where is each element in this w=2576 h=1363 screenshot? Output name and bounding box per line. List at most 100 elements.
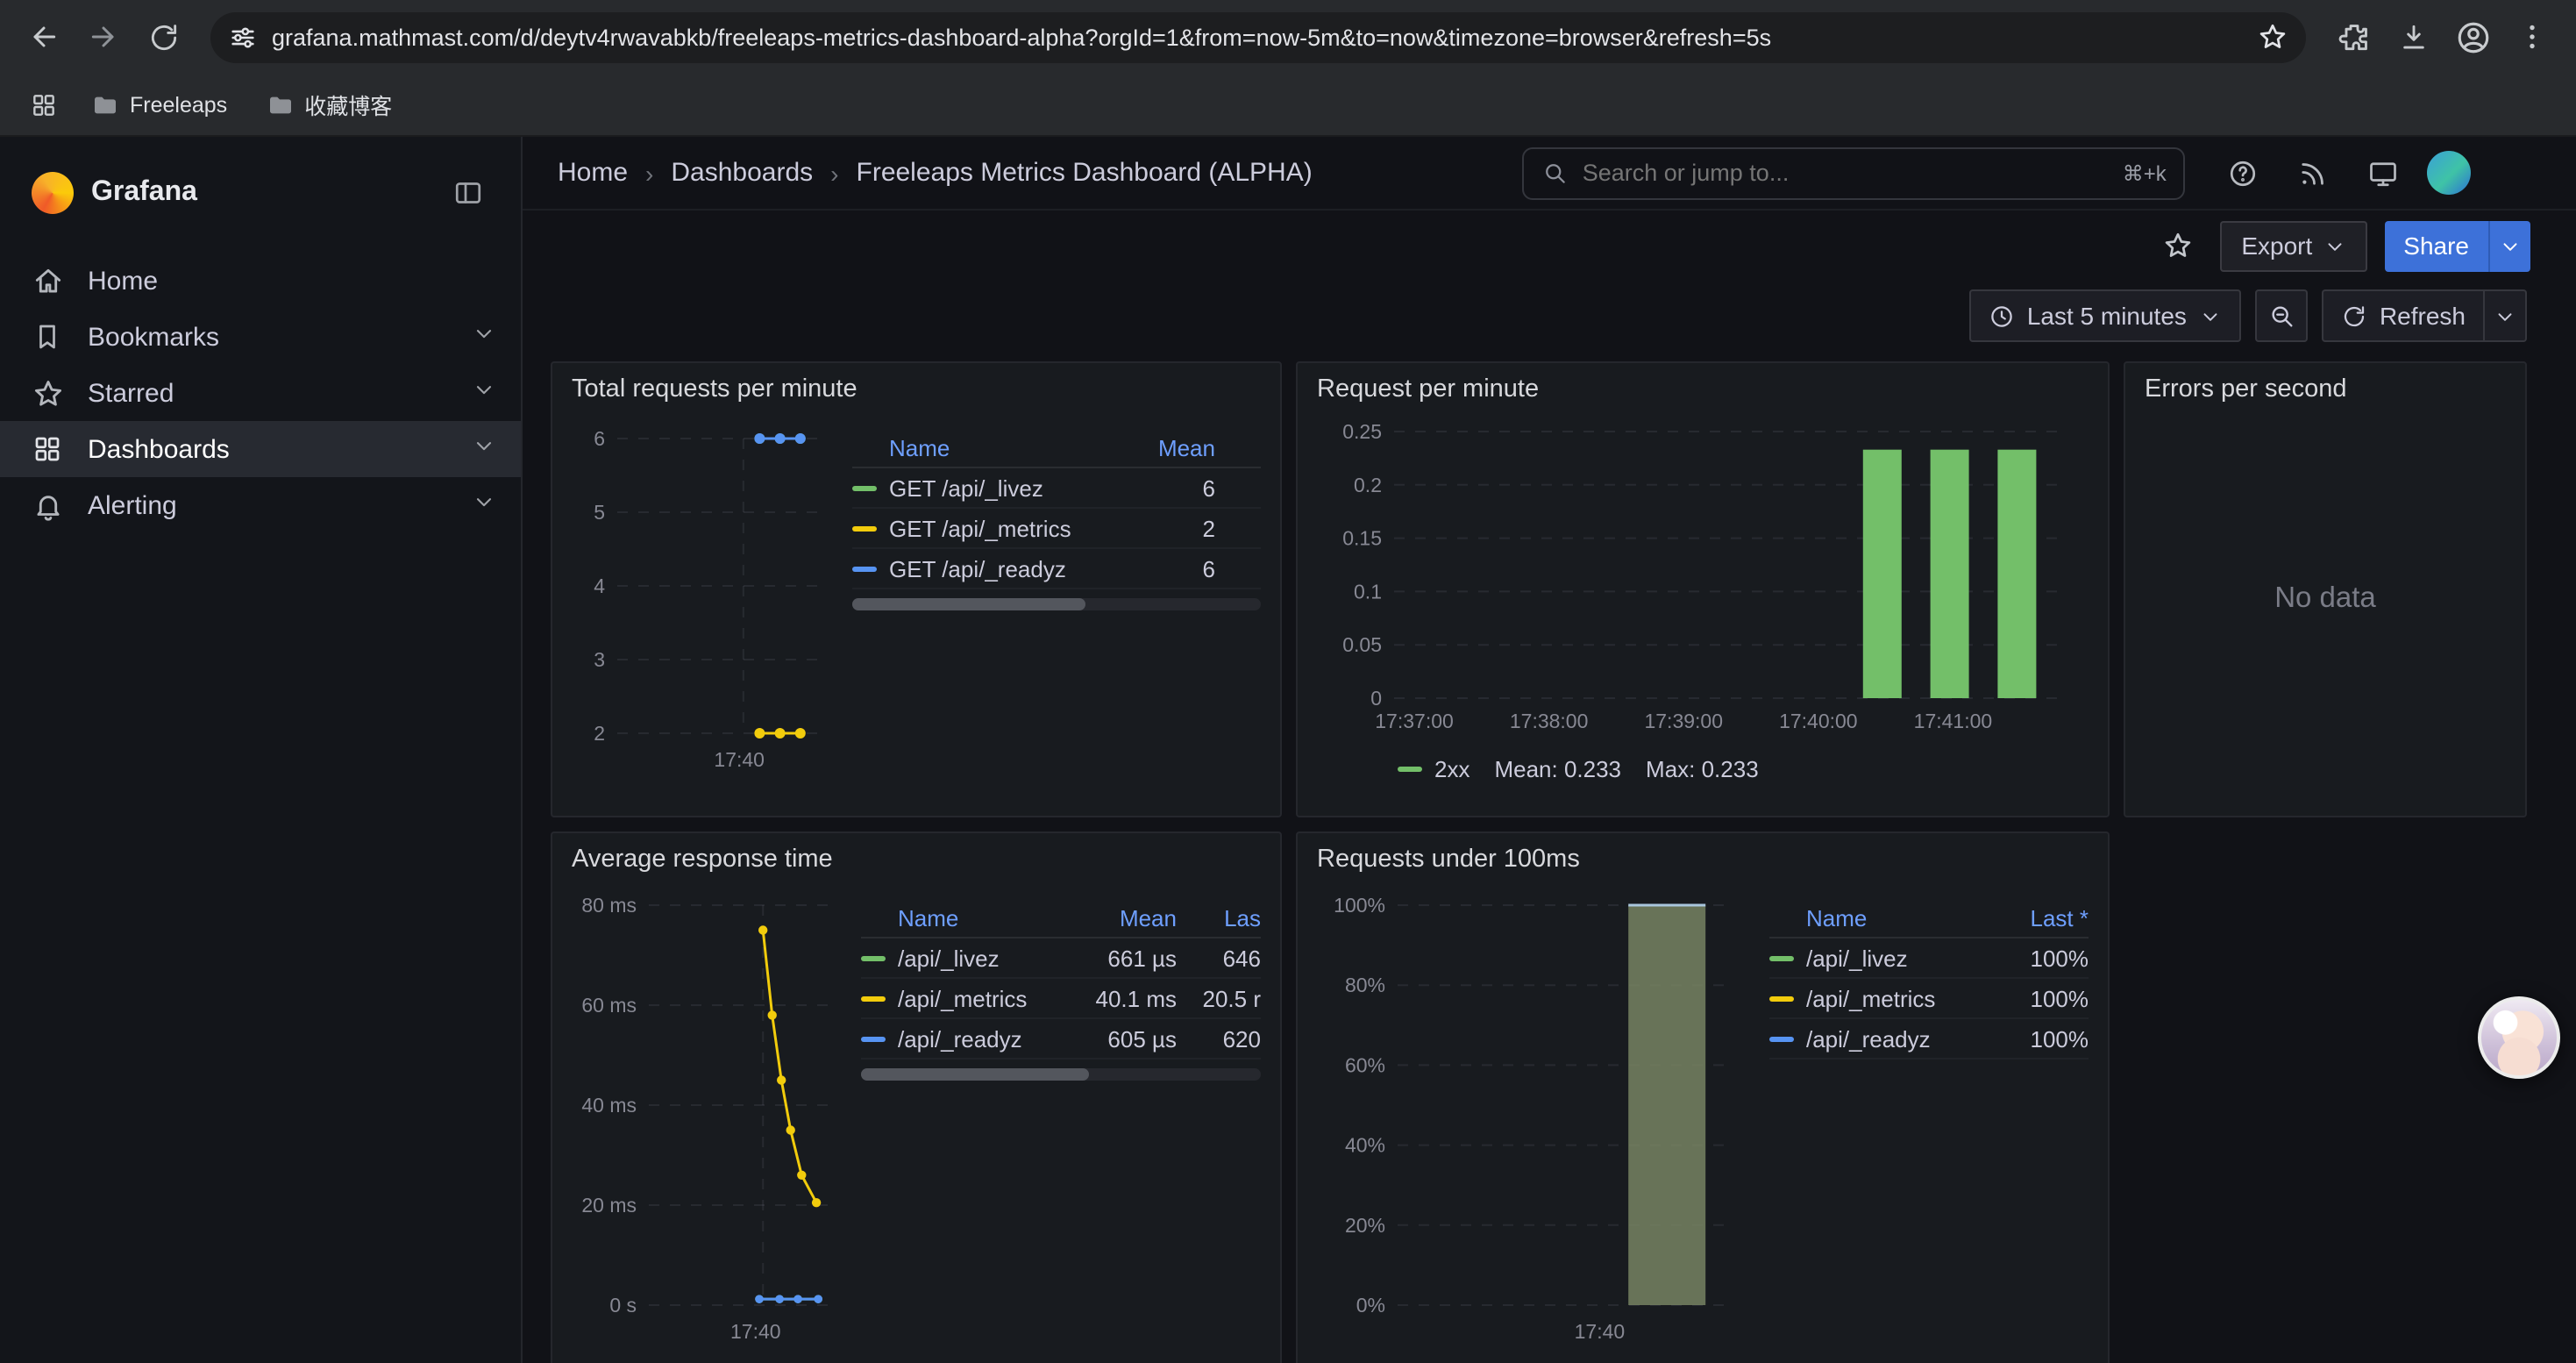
bookmark-star-icon[interactable] (2257, 21, 2288, 53)
scrollbar-thumb[interactable] (861, 1068, 1089, 1081)
url-input[interactable] (272, 24, 2243, 50)
sidebar-item-label: Alerting (88, 490, 472, 520)
chevron-down-icon[interactable] (472, 321, 496, 346)
scrollbar-thumb[interactable] (852, 598, 1085, 610)
time-range-picker[interactable]: Last 5 minutes (1969, 289, 2241, 342)
omnibox[interactable] (210, 11, 2306, 62)
chevron-down-icon[interactable] (472, 433, 496, 458)
legend-row: /api/_readyz 100% (1769, 1019, 2089, 1060)
legend-header-name[interactable]: Name (852, 434, 1114, 460)
series-color-swatch (1398, 767, 1422, 772)
news-button[interactable] (2288, 146, 2340, 199)
svg-text:80 ms: 80 ms (581, 894, 637, 917)
bar-chart[interactable]: 0.250.20.150.10.05017:37:0017:38:0017:39… (1317, 414, 2089, 740)
legend-scrollbar[interactable] (852, 598, 1261, 610)
share-menu-button[interactable] (2488, 220, 2530, 271)
search-box[interactable]: ⌘+k (1523, 146, 2186, 199)
legend-header-mean[interactable]: Mean (1114, 434, 1215, 460)
favorite-dashboard-button[interactable] (2153, 221, 2202, 270)
series-name[interactable]: GET /api/_livez (889, 475, 1114, 501)
share-button[interactable]: Share (2384, 220, 2488, 271)
zoom-out-button[interactable] (2255, 289, 2308, 342)
sidebar-brand: Grafana (0, 158, 521, 228)
sidebar-item-home[interactable]: Home (0, 253, 521, 309)
series-name[interactable]: /api/_metrics (898, 985, 1064, 1011)
breadcrumb-home[interactable]: Home (558, 158, 628, 188)
apps-grid-button[interactable] (21, 82, 67, 127)
svg-text:17:40: 17:40 (1575, 1320, 1626, 1343)
chevron-down-icon[interactable] (472, 377, 496, 402)
sidebar-nav: Home Bookmarks Starred Dashboards (0, 253, 521, 533)
svg-text:4: 4 (594, 574, 605, 597)
legend-header-last[interactable]: Las (1177, 904, 1261, 931)
kebab-menu-icon (2516, 21, 2548, 53)
screenshot-root: Freeleaps 收藏博客 Grafana Home (0, 0, 2576, 1363)
svg-text:0.1: 0.1 (1354, 580, 1382, 603)
help-button[interactable] (2217, 146, 2270, 199)
sidebar-collapse-button[interactable] (444, 168, 493, 218)
line-chart[interactable]: 80 ms60 ms40 ms20 ms0 s17:40 (572, 884, 843, 1351)
series-name[interactable]: GET /api/_readyz (889, 555, 1114, 582)
legend-header-name[interactable]: Name (861, 904, 1064, 931)
series-color-swatch (852, 566, 877, 571)
time-range-label: Last 5 minutes (2027, 302, 2187, 330)
panel-requests-under-100ms: Requests under 100ms 100%80%60%40%20%0%1… (1296, 831, 2110, 1363)
back-button[interactable] (18, 11, 70, 63)
dashboard-grid: Total requests per minute 6543217:40 Nam… (523, 361, 2576, 1363)
apps-grid-icon (30, 90, 58, 118)
bell-icon (32, 489, 65, 522)
svg-text:0.2: 0.2 (1354, 474, 1382, 496)
refresh-button[interactable]: Refresh (2322, 289, 2485, 342)
brand-name: Grafana (91, 177, 444, 209)
series-name[interactable]: /api/_livez (1806, 945, 1994, 971)
extensions-button[interactable] (2327, 11, 2380, 63)
chevron-down-icon[interactable] (472, 489, 496, 514)
reload-button[interactable] (137, 11, 189, 63)
forward-button[interactable] (77, 11, 130, 63)
panel-title[interactable]: Errors per second (2145, 375, 2506, 403)
panel-title[interactable]: Request per minute (1317, 375, 2089, 403)
sidebar-item-label: Starred (88, 378, 472, 408)
series-name[interactable]: /api/_readyz (898, 1025, 1064, 1052)
svg-text:17:39:00: 17:39:00 (1644, 710, 1723, 732)
user-avatar[interactable] (2428, 151, 2472, 195)
panel-title[interactable]: Total requests per minute (572, 375, 1261, 403)
series-name[interactable]: /api/_readyz (1806, 1025, 1994, 1052)
sidebar-item-starred[interactable]: Starred (0, 365, 521, 421)
bookmark-item-blog[interactable]: 收藏博客 (252, 81, 406, 128)
profile-button[interactable] (2446, 11, 2499, 63)
site-info-icon[interactable] (228, 22, 258, 52)
grafana-logo[interactable] (32, 172, 74, 214)
export-button[interactable]: Export (2220, 220, 2366, 271)
sidebar-item-dashboards[interactable]: Dashboards (0, 421, 521, 477)
legend-scrollbar[interactable] (861, 1068, 1261, 1081)
series-last: 100% (1994, 985, 2089, 1011)
sidebar-item-alerting[interactable]: Alerting (0, 477, 521, 533)
bar-chart[interactable]: 100%80%60%40%20%0%17:40 (1317, 884, 1752, 1351)
svg-text:20%: 20% (1345, 1214, 1385, 1237)
series-name[interactable]: GET /api/_metrics (889, 515, 1114, 541)
series-name[interactable]: /api/_livez (898, 945, 1064, 971)
display-button[interactable] (2358, 146, 2410, 199)
panel-title[interactable]: Average response time (572, 846, 1261, 874)
refresh-interval-button[interactable] (2485, 289, 2527, 342)
legend-header-mean[interactable]: Mean (1064, 904, 1177, 931)
legend-header-last[interactable]: Last * (1994, 904, 2089, 931)
downloads-button[interactable] (2387, 11, 2439, 63)
svg-text:17:38:00: 17:38:00 (1510, 710, 1589, 732)
line-chart[interactable]: 6543217:40 (572, 414, 835, 779)
series-mean: 40.1 ms (1064, 985, 1177, 1011)
browser-menu-button[interactable] (2506, 11, 2558, 63)
legend-header-name[interactable]: Name (1769, 904, 1994, 931)
share-split-button: Share (2384, 220, 2530, 271)
series-name[interactable]: 2xx (1434, 756, 1469, 782)
bookmark-item-freeleaps[interactable]: Freeleaps (77, 83, 241, 125)
svg-text:17:41:00: 17:41:00 (1914, 710, 1993, 732)
series-name[interactable]: /api/_metrics (1806, 985, 1994, 1011)
panel-title[interactable]: Requests under 100ms (1317, 846, 2089, 874)
sidebar-item-bookmarks[interactable]: Bookmarks (0, 309, 521, 365)
assistant-avatar[interactable] (2478, 996, 2560, 1079)
legend-table: Name Mean GET /api/_livez 6 (852, 428, 1261, 610)
search-input[interactable] (1583, 160, 2123, 186)
breadcrumb-dashboards[interactable]: Dashboards (671, 158, 813, 188)
